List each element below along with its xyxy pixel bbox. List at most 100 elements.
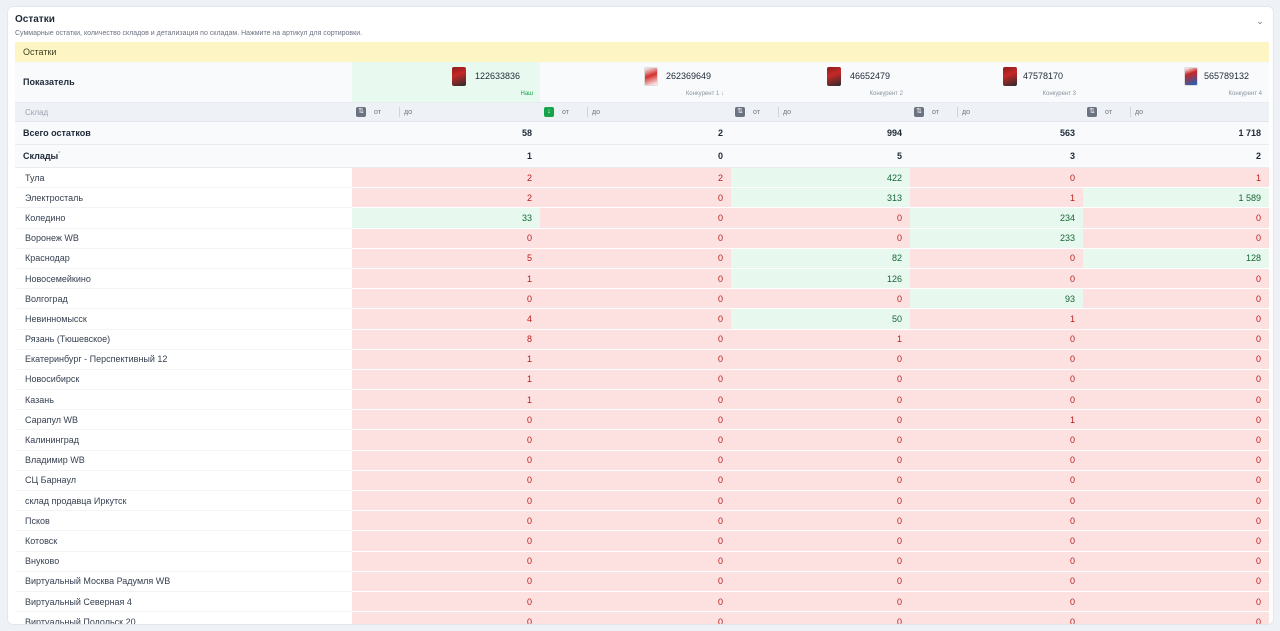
warehouse-name: Воронеж WB — [15, 228, 352, 249]
warehouse-name: Сарапул WB — [15, 409, 352, 431]
card-title: Остатки — [15, 14, 55, 25]
chevron-down-icon[interactable]: ⌄ — [1254, 15, 1266, 27]
range-divider — [587, 107, 588, 117]
stock-cell: 0 — [731, 591, 910, 613]
stock-cell: 126 — [731, 268, 910, 290]
stock-cell: 0 — [540, 551, 731, 572]
stock-cell: 0 — [1083, 369, 1269, 391]
stock-cell: 1 — [910, 308, 1083, 330]
table-row: Волгоград 0 0 0 93 0 — [15, 288, 1269, 310]
stock-cell: 50 — [731, 308, 910, 330]
stock-cell: 0 — [910, 591, 1083, 613]
table-row: Екатеринбург - Перспективный 12 1 0 0 0 0 — [15, 349, 1269, 370]
table-row: Котовск 0 0 0 0 0 — [15, 530, 1269, 552]
stock-cell: 0 — [910, 551, 1083, 572]
stock-cell: 82 — [731, 248, 910, 269]
sort-icon[interactable]: ↓ — [544, 107, 554, 117]
range-to-input[interactable] — [404, 106, 434, 118]
stock-cell: 5 — [352, 248, 540, 269]
stock-cell: 0 — [731, 611, 910, 624]
table-row: Электросталь 2 0 313 1 1 589 — [15, 187, 1269, 209]
range-filter-3: ⇅ — [731, 102, 910, 122]
product-thumbnail-icon — [644, 67, 658, 86]
product-article[interactable]: 122633836 — [475, 71, 520, 81]
stock-cell: 0 — [731, 369, 910, 391]
stock-cell: 313 — [731, 187, 910, 209]
product-header-4[interactable]: 47578170 Конкурент 3 — [910, 62, 1083, 103]
table-row: Краснодар 5 0 82 0 128 — [15, 248, 1269, 269]
range-divider — [399, 107, 400, 117]
warehouse-filter-input[interactable]: Склад — [15, 102, 352, 122]
warehouse-name: Тула — [15, 167, 352, 189]
product-article[interactable]: 46652479 — [850, 71, 890, 81]
stock-cell: 2 — [540, 167, 731, 189]
product-role: Конкурент 1 ↓ — [685, 91, 724, 97]
warehouse-name: Новосибирск — [15, 369, 352, 391]
table-row: Псков 0 0 0 0 0 — [15, 510, 1269, 532]
sort-icon[interactable]: ⇅ — [356, 107, 366, 117]
stock-cell: 0 — [540, 349, 731, 370]
range-filter-4: ⇅ — [910, 102, 1083, 122]
stock-cell: 1 — [1083, 167, 1269, 189]
header-label: Показатель — [15, 62, 352, 103]
warehouses-count-value: 0 — [540, 144, 731, 168]
product-article[interactable]: 47578170 — [1023, 71, 1063, 81]
stock-cell: 0 — [731, 450, 910, 471]
range-to-input[interactable] — [962, 106, 992, 118]
stock-cell: 0 — [540, 470, 731, 492]
stock-cell: 0 — [731, 429, 910, 451]
stock-cell: 1 — [910, 409, 1083, 431]
table-row: Казань 1 0 0 0 0 — [15, 389, 1269, 411]
product-article[interactable]: 262369649 — [666, 71, 711, 81]
stock-cell: 0 — [1083, 530, 1269, 552]
product-header-5[interactable]: 565789132 Конкурент 4 — [1083, 62, 1269, 103]
stock-cell: 93 — [910, 288, 1083, 310]
stock-cell: 1 — [910, 187, 1083, 209]
range-to-input[interactable] — [592, 106, 622, 118]
product-role: Наш — [520, 91, 533, 97]
stock-cell: 0 — [352, 611, 540, 624]
table-row: Виртуальный Подольск 20 0 0 0 0 0 — [15, 611, 1269, 624]
stock-cell: 234 — [910, 207, 1083, 229]
stock-cell: 0 — [540, 409, 731, 431]
stock-cell: 0 — [1083, 389, 1269, 411]
stock-cell: 0 — [1083, 349, 1269, 370]
stock-cell: 1 — [731, 329, 910, 350]
sort-icon[interactable]: ⇅ — [1087, 107, 1097, 117]
product-article[interactable]: 565789132 — [1204, 71, 1249, 81]
product-header-3[interactable]: 46652479 Конкурент 2 — [731, 62, 910, 103]
totals-value: 994 — [731, 121, 910, 145]
stock-cell: 0 — [1083, 571, 1269, 592]
product-thumbnail-icon — [452, 67, 466, 86]
stock-cell: 0 — [910, 369, 1083, 391]
stock-cell: 0 — [1083, 329, 1269, 350]
range-divider — [778, 107, 779, 117]
stock-cell: 0 — [910, 349, 1083, 370]
stock-cell: 0 — [540, 530, 731, 552]
product-thumbnail-icon — [1184, 67, 1198, 86]
stock-cell: 0 — [1083, 228, 1269, 249]
warehouses-count-label: Склады* — [15, 144, 352, 168]
totals-row: Всего остатков 58 2 994 563 1 718 — [15, 121, 1269, 145]
stock-cell: 0 — [352, 409, 540, 431]
stock-cell: 0 — [731, 470, 910, 492]
stock-cell: 0 — [540, 389, 731, 411]
stock-cell: 0 — [731, 389, 910, 411]
range-to-input[interactable] — [1135, 106, 1165, 118]
product-header-2[interactable]: 262369649 Конкурент 1 ↓ — [540, 62, 731, 103]
table-row: Коледино 33 0 0 234 0 — [15, 207, 1269, 229]
stock-cell: 128 — [1083, 248, 1269, 269]
stock-cell: 0 — [1083, 429, 1269, 451]
warehouse-name: Екатеринбург - Перспективный 12 — [15, 349, 352, 370]
range-to-input[interactable] — [783, 106, 813, 118]
product-header-1[interactable]: 122633836 Наш — [352, 62, 540, 103]
filter-row: Склад ⇅ ↓ ⇅ ⇅ ⇅ — [15, 102, 1269, 122]
sort-icon[interactable]: ⇅ — [735, 107, 745, 117]
stock-cell: 0 — [731, 490, 910, 512]
sort-icon[interactable]: ⇅ — [914, 107, 924, 117]
warehouses-count-value: 5 — [731, 144, 910, 168]
range-filter-1: ⇅ — [352, 102, 540, 122]
stock-cell: 0 — [540, 248, 731, 269]
warehouse-name: Волгоград — [15, 288, 352, 310]
product-role: Конкурент 4 — [1228, 91, 1262, 97]
